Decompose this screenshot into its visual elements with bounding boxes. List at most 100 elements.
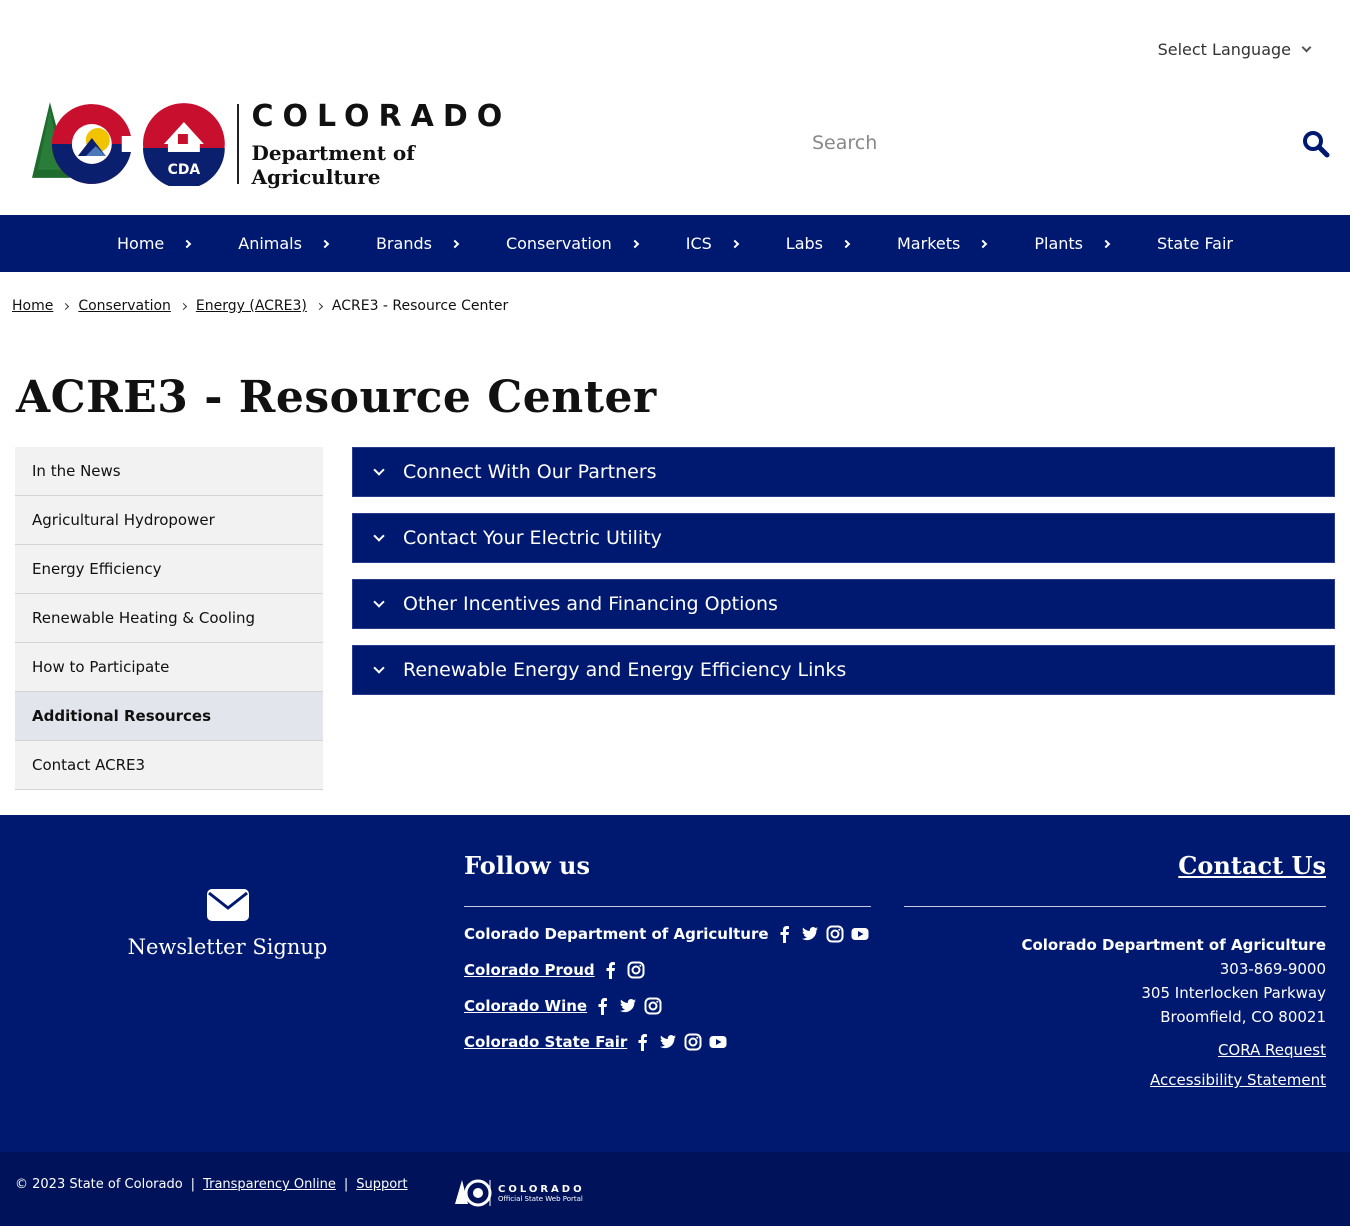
facebook-icon[interactable] xyxy=(776,925,794,943)
nav-item-ics[interactable]: ICS xyxy=(662,215,762,272)
side-nav: In the News Agricultural Hydropower Ener… xyxy=(15,447,323,790)
chevron-right-icon xyxy=(979,239,988,248)
accessibility-statement-link[interactable]: Accessibility Statement xyxy=(904,1071,1326,1089)
nav-item-label: Plants xyxy=(1034,234,1083,253)
chevron-right-icon xyxy=(315,302,323,310)
side-item-agricultural-hydropower[interactable]: Agricultural Hydropower xyxy=(15,496,323,545)
search-bar xyxy=(810,128,1330,164)
youtube-icon[interactable] xyxy=(709,1033,727,1051)
accordion-renewable-links[interactable]: Renewable Energy and Energy Efficiency L… xyxy=(352,645,1335,695)
accordion-electric-utility[interactable]: Contact Your Electric Utility xyxy=(352,513,1335,563)
side-item-renewable-heating-cooling[interactable]: Renewable Heating & Cooling xyxy=(15,594,323,643)
link-separator: | xyxy=(190,1177,196,1192)
contact-org: Colorado Department of Agriculture xyxy=(1021,936,1326,954)
side-item-contact-acre3[interactable]: Contact ACRE3 xyxy=(15,741,323,790)
instagram-icon[interactable] xyxy=(644,997,662,1015)
nav-item-conservation[interactable]: Conservation xyxy=(482,215,662,272)
bottom-bar: © 2023 State of Colorado | Transparency … xyxy=(0,1152,1350,1226)
accordion-label: Other Incentives and Financing Options xyxy=(403,593,778,615)
side-item-in-the-news[interactable]: In the News xyxy=(15,447,323,496)
social-link-colorado-wine[interactable]: Colorado Wine xyxy=(464,997,587,1015)
mail-icon xyxy=(206,889,249,921)
instagram-icon[interactable] xyxy=(627,961,645,979)
breadcrumb-energy[interactable]: Energy (ACRE3) xyxy=(196,298,307,314)
portal-text: COLORADO Official State Web Portal xyxy=(498,1184,585,1203)
youtube-icon[interactable] xyxy=(851,925,869,943)
instagram-icon[interactable] xyxy=(684,1033,702,1051)
twitter-icon[interactable] xyxy=(659,1033,677,1051)
social-row-state-fair: Colorado State Fair xyxy=(464,1033,871,1051)
chevron-down-icon xyxy=(373,595,385,608)
nav-item-label: Labs xyxy=(785,234,823,253)
newsletter-label: Newsletter Signup xyxy=(127,935,328,959)
chevron-down-icon xyxy=(373,661,385,674)
cora-request-link[interactable]: CORA Request xyxy=(904,1041,1326,1059)
follow-us-section: Follow us Colorado Department of Agricul… xyxy=(464,851,871,1051)
breadcrumb-home[interactable]: Home xyxy=(12,298,53,314)
chevron-right-icon xyxy=(630,239,639,248)
contact-title: Contact Us xyxy=(904,851,1326,907)
accordion-label: Renewable Energy and Energy Efficiency L… xyxy=(403,659,847,681)
language-label: Select Language xyxy=(1157,40,1291,59)
contact-phone: 303-869-9000 xyxy=(1219,960,1326,978)
contact-section: Contact Us Colorado Department of Agricu… xyxy=(904,851,1326,1089)
nav-item-state-fair[interactable]: State Fair xyxy=(1133,215,1257,272)
chevron-down-icon xyxy=(373,529,385,542)
chevron-down-icon xyxy=(373,463,385,476)
cda-badge-text: CDA xyxy=(167,162,200,178)
facebook-icon[interactable] xyxy=(594,997,612,1015)
breadcrumb: Home Conservation Energy (ACRE3) ACRE3 -… xyxy=(12,298,508,314)
logo-subtitle: Department of Agriculture xyxy=(251,140,415,189)
contact-address-line1: 305 Interlocken Parkway xyxy=(1141,984,1326,1002)
copyright-text: © 2023 State of Colorado xyxy=(15,1177,183,1192)
site-footer: Newsletter Signup Follow us Colorado Dep… xyxy=(0,815,1350,1152)
twitter-icon[interactable] xyxy=(619,997,637,1015)
nav-item-brands[interactable]: Brands xyxy=(352,215,482,272)
accordion-incentives-financing[interactable]: Other Incentives and Financing Options xyxy=(352,579,1335,629)
colorado-c-logo-icon xyxy=(31,102,140,184)
cda-badge-icon: CDA xyxy=(142,103,225,186)
chevron-right-icon xyxy=(841,239,851,248)
instagram-icon[interactable] xyxy=(826,925,844,943)
nav-item-home[interactable]: Home xyxy=(93,215,214,272)
search-icon[interactable] xyxy=(1302,130,1330,158)
state-portal-logo[interactable]: COLORADO Official State Web Portal xyxy=(454,1178,585,1208)
accordion-connect-partners[interactable]: Connect With Our Partners xyxy=(352,447,1335,497)
accordion-label: Connect With Our Partners xyxy=(403,461,657,483)
site-header: CDA COLORADO Department of Agriculture xyxy=(30,100,1330,190)
transparency-online-link[interactable]: Transparency Online xyxy=(203,1177,336,1192)
side-item-how-to-participate[interactable]: How to Participate xyxy=(15,643,323,692)
breadcrumb-current: ACRE3 - Resource Center xyxy=(331,298,509,314)
main-nav: Home Animals Brands Conservation ICS Lab… xyxy=(0,215,1350,272)
social-link-state-fair[interactable]: Colorado State Fair xyxy=(464,1033,627,1051)
social-link-colorado-proud[interactable]: Colorado Proud xyxy=(464,961,595,979)
social-label: Colorado Department of Agriculture xyxy=(464,925,769,943)
breadcrumb-conservation[interactable]: Conservation xyxy=(78,298,171,314)
chevron-right-icon xyxy=(1101,239,1111,248)
facebook-icon[interactable] xyxy=(634,1033,652,1051)
nav-item-animals[interactable]: Animals xyxy=(214,215,352,272)
bottom-links: © 2023 State of Colorado | Transparency … xyxy=(15,1177,408,1192)
side-item-additional-resources[interactable]: Additional Resources xyxy=(15,692,323,741)
facebook-icon[interactable] xyxy=(602,961,620,979)
search-input[interactable] xyxy=(810,128,1270,158)
chevron-right-icon xyxy=(179,302,187,310)
portal-subtitle: Official State Web Portal xyxy=(498,1194,583,1203)
nav-item-label: Brands xyxy=(375,234,432,253)
nav-item-label: Home xyxy=(117,234,165,253)
language-selector[interactable]: Select Language xyxy=(1157,40,1312,59)
chevron-right-icon xyxy=(183,239,192,248)
social-row-colorado-proud: Colorado Proud xyxy=(464,961,871,979)
accordion-list: Connect With Our Partners Contact Your E… xyxy=(352,447,1335,711)
support-link[interactable]: Support xyxy=(356,1177,407,1192)
nav-item-plants[interactable]: Plants xyxy=(1010,215,1133,272)
twitter-icon[interactable] xyxy=(801,925,819,943)
newsletter-signup[interactable]: Newsletter Signup xyxy=(120,889,335,959)
nav-item-labs[interactable]: Labs xyxy=(762,215,873,272)
logo-text: COLORADO Department of Agriculture xyxy=(251,100,550,189)
cda-logo[interactable]: CDA COLORADO Department of Agriculture xyxy=(30,100,550,189)
contact-details: Colorado Department of Agriculture 303-8… xyxy=(904,933,1326,1029)
side-item-energy-efficiency[interactable]: Energy Efficiency xyxy=(15,545,323,594)
contact-us-link[interactable]: Contact Us xyxy=(1178,851,1326,880)
nav-item-markets[interactable]: Markets xyxy=(873,215,1010,272)
